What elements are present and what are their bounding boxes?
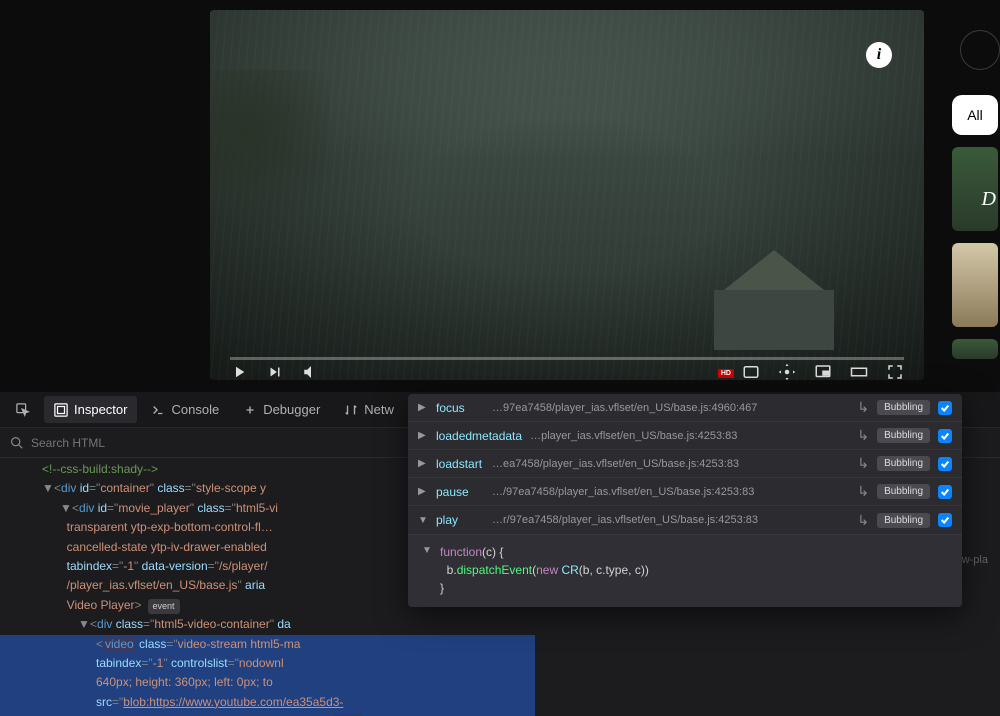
- event-enabled-checkbox[interactable]: [938, 457, 952, 471]
- event-phase-pill: Bubbling: [877, 456, 930, 471]
- twisty-icon[interactable]: ▼: [60, 500, 72, 517]
- event-source-link[interactable]: …97ea7458/player_ias.vflset/en_US/base.j…: [492, 402, 849, 414]
- video-progress-bar[interactable]: [230, 357, 904, 360]
- event-handler-code[interactable]: ▼ function(c) { b.dispatchEvent(new CR(b…: [408, 534, 962, 607]
- event-listener-row[interactable]: ▶ loadedmetadata …player_ias.vflset/en_US/…: [408, 422, 962, 450]
- event-phase-pill: Bubbling: [877, 513, 930, 528]
- subtitles-icon[interactable]: [742, 363, 760, 380]
- tab-console[interactable]: Console: [141, 396, 229, 423]
- twisty-icon[interactable]: ▶: [418, 430, 428, 441]
- chip-all[interactable]: All: [952, 95, 998, 135]
- event-source-link[interactable]: …player_ias.vflset/en_US/base.js:4253:83: [530, 430, 849, 442]
- event-phase-pill: Bubbling: [877, 484, 930, 499]
- event-listener-row[interactable]: ▶ loadstart …ea7458/player_ias.vflset/en_U…: [408, 450, 962, 478]
- info-icon[interactable]: i: [866, 42, 892, 68]
- scene-tree: [210, 70, 330, 270]
- event-listener-row[interactable]: ▼ play …r/97ea7458/player_ias.vflset/en_US…: [408, 506, 962, 534]
- twisty-icon[interactable]: ▼: [78, 616, 90, 633]
- event-enabled-checkbox[interactable]: [938, 513, 952, 527]
- event-phase-pill: Bubbling: [877, 428, 930, 443]
- twisty-icon[interactable]: ▶: [418, 402, 428, 413]
- event-phase-pill: Bubbling: [877, 400, 930, 415]
- event-listener-row[interactable]: ▶ focus …97ea7458/player_ias.vflset/en_US/…: [408, 394, 962, 422]
- event-name: focus: [436, 401, 484, 415]
- volume-icon[interactable]: [302, 363, 320, 380]
- video-controls: [230, 362, 904, 380]
- html-line-selected[interactable]: 640px; height: 360px; left: 0px; to: [0, 673, 535, 692]
- event-name: loadstart: [436, 457, 484, 471]
- event-badge[interactable]: event: [148, 599, 180, 614]
- sidebar-chips: All D: [952, 95, 1000, 359]
- search-pill[interactable]: [960, 30, 1000, 70]
- tab-debugger[interactable]: Debugger: [233, 396, 330, 423]
- video-area: i HD All D: [0, 0, 1000, 392]
- twisty-icon[interactable]: ▶: [418, 458, 428, 469]
- goto-source-icon[interactable]: ↳: [857, 512, 869, 529]
- tab-network-label: Netw: [364, 402, 394, 417]
- next-icon[interactable]: [266, 363, 284, 380]
- goto-source-icon[interactable]: ↳: [857, 399, 869, 416]
- related-thumb-3[interactable]: [952, 339, 998, 359]
- goto-source-icon[interactable]: ↳: [857, 483, 869, 500]
- element-picker-button[interactable]: [6, 397, 40, 423]
- event-source-link[interactable]: …/97ea7458/player_ias.vflset/en_US/base.…: [492, 486, 849, 498]
- html-line[interactable]: ▼<div class="html5-video-container" da: [0, 615, 535, 634]
- goto-source-icon[interactable]: ↳: [857, 427, 869, 444]
- html-line-selected[interactable]: <video class="video-stream html5-ma: [0, 635, 535, 654]
- html-line-selected[interactable]: src="blob:https://www.youtube.com/ea35a5…: [0, 693, 535, 712]
- twisty-icon[interactable]: ▼: [42, 480, 54, 497]
- html-line-selected[interactable]: tabindex="-1" controlslist="nodownl: [0, 654, 535, 673]
- event-name: play: [436, 513, 484, 527]
- event-enabled-checkbox[interactable]: [938, 401, 952, 415]
- twisty-icon[interactable]: ▼: [418, 515, 428, 526]
- theater-icon[interactable]: [850, 363, 868, 380]
- html-line-selected[interactable]: ea13-4140-9a2e-5d6b4d9a336d"></video>eve…: [0, 712, 535, 716]
- search-icon: [10, 436, 23, 449]
- tab-console-label: Console: [171, 402, 219, 417]
- event-source-link[interactable]: …r/97ea7458/player_ias.vflset/en_US/base…: [492, 514, 849, 526]
- event-name: loadedmetadata: [436, 429, 522, 443]
- video-player[interactable]: i HD: [210, 10, 924, 380]
- scene-house: [684, 250, 864, 350]
- event-source-link[interactable]: …ea7458/player_ias.vflset/en_US/base.js:…: [492, 458, 849, 470]
- event-listeners-popup: ▶ focus …97ea7458/player_ias.vflset/en_US/…: [408, 394, 962, 607]
- event-listener-row[interactable]: ▶ pause …/97ea7458/player_ias.vflset/en_US…: [408, 478, 962, 506]
- event-enabled-checkbox[interactable]: [938, 485, 952, 499]
- twisty-icon[interactable]: ▼: [422, 543, 432, 558]
- event-name: pause: [436, 485, 484, 499]
- tab-inspector-label: Inspector: [74, 402, 127, 417]
- related-thumb-2[interactable]: [952, 243, 998, 327]
- thumb-letter: D: [982, 188, 996, 211]
- event-enabled-checkbox[interactable]: [938, 429, 952, 443]
- play-icon[interactable]: [230, 363, 248, 380]
- related-thumb-1[interactable]: D: [952, 147, 998, 231]
- tab-debugger-label: Debugger: [263, 402, 320, 417]
- twisty-icon[interactable]: ▶: [418, 486, 428, 497]
- miniplayer-icon[interactable]: [814, 363, 832, 380]
- fullscreen-icon[interactable]: [886, 363, 904, 380]
- goto-source-icon[interactable]: ↳: [857, 455, 869, 472]
- tab-inspector[interactable]: Inspector: [44, 396, 137, 423]
- settings-icon[interactable]: [778, 363, 796, 380]
- tab-network[interactable]: Netw: [334, 396, 404, 423]
